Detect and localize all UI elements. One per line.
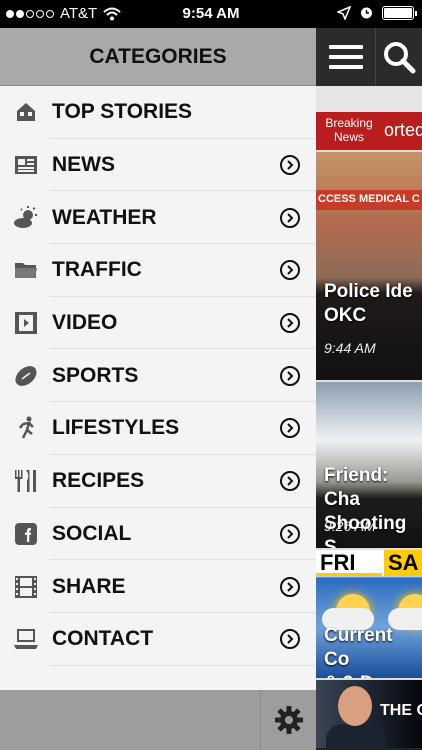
story-image-sign: CCESS MEDICAL C xyxy=(316,190,422,210)
breaking-badge-text: Breaking News xyxy=(325,116,373,144)
search-icon xyxy=(384,42,416,74)
chevron-right-circle-icon xyxy=(280,207,300,228)
menu-item-recipes[interactable]: RECIPES xyxy=(0,455,316,508)
menu-item-sports[interactable]: SPORTS xyxy=(0,349,316,402)
house-icon xyxy=(0,100,52,124)
chevron-right-circle-icon xyxy=(280,155,300,176)
facebook-icon xyxy=(0,522,52,546)
forecast-day: SA xyxy=(384,550,422,576)
anchor-image xyxy=(326,724,386,748)
categories-menu: TOP STORIES NEWS WEATHER TRAFFIC VIDEO S… xyxy=(0,86,316,666)
menu-item-label: SPORTS xyxy=(52,363,139,387)
sun-cloud-icon xyxy=(0,205,52,230)
menu-item-label: TRAFFIC xyxy=(52,258,142,282)
utensils-icon xyxy=(0,469,52,493)
story-title: Friend: Cha Shooting S xyxy=(324,465,407,548)
story-card[interactable]: THE OI xyxy=(316,678,422,748)
gear-icon xyxy=(274,706,303,734)
film-icon xyxy=(0,575,52,599)
main-content: Breaking News orted CCESS MEDICAL C Poli… xyxy=(316,28,422,750)
computer-icon xyxy=(0,627,52,651)
football-icon xyxy=(0,364,52,388)
story-card[interactable]: CCESS MEDICAL C Police Ide OKC 9:44 AM xyxy=(316,150,422,380)
menu-item-label: NEWS xyxy=(52,153,115,177)
chevron-right-circle-icon xyxy=(280,629,300,650)
menu-item-label: WEATHER xyxy=(52,205,157,229)
chevron-right-circle-icon xyxy=(280,313,300,334)
menu-item-news[interactable]: NEWS xyxy=(0,139,316,192)
story-title: THE OI xyxy=(380,702,422,719)
story-title: Current Co & 9-Day Fo xyxy=(324,625,395,678)
menu-item-label: VIDEO xyxy=(52,311,118,335)
video-icon xyxy=(0,311,52,335)
alarm-clock-icon xyxy=(361,7,372,19)
story-time: 9:26 AM xyxy=(324,518,376,534)
chevron-right-circle-icon xyxy=(280,471,300,492)
chevron-right-circle-icon xyxy=(280,418,300,439)
menu-button[interactable] xyxy=(316,28,376,86)
chevron-right-circle-icon xyxy=(280,365,300,386)
story-card[interactable]: Friend: Cha Shooting S 9:26 AM xyxy=(316,380,422,548)
menu-item-lifestyles[interactable]: LIFESTYLES xyxy=(0,402,316,455)
menu-item-share[interactable]: SHARE xyxy=(0,560,316,613)
menu-item-weather[interactable]: WEATHER xyxy=(0,191,316,244)
menu-item-video[interactable]: VIDEO xyxy=(0,297,316,350)
story-card[interactable]: FRI SA Current Co & 9-Day Fo xyxy=(316,548,422,678)
chevron-right-circle-icon xyxy=(280,523,300,544)
categories-drawer: CATEGORIES TOP STORIES NEWS WEATHER TRAF… xyxy=(0,28,316,750)
menu-item-label: RECIPES xyxy=(52,469,145,493)
drawer-footer xyxy=(0,690,316,750)
forecast-day: FRI xyxy=(316,550,382,576)
breaking-news-badge: Breaking News xyxy=(316,112,382,150)
breaking-news-ticker[interactable]: Breaking News orted xyxy=(316,112,422,150)
runner-icon xyxy=(0,416,52,440)
drawer-title: CATEGORIES xyxy=(0,28,316,86)
chevron-right-circle-icon xyxy=(280,260,300,281)
battery-icon xyxy=(382,5,417,20)
menu-item-social[interactable]: SOCIAL xyxy=(0,508,316,561)
status-bar: AT&T 9:54 AM xyxy=(0,0,422,28)
menu-item-label: SHARE xyxy=(52,574,126,598)
settings-button[interactable] xyxy=(260,690,316,750)
newspaper-icon xyxy=(0,154,52,176)
folder-icon xyxy=(0,260,52,280)
menu-item-top-stories[interactable]: TOP STORIES xyxy=(0,86,316,139)
menu-item-label: SOCIAL xyxy=(52,521,132,545)
hamburger-icon xyxy=(328,45,363,69)
breaking-news-text: orted xyxy=(382,112,422,150)
story-title: Police Ide OKC xyxy=(324,281,413,326)
menu-item-label: TOP STORIES xyxy=(52,100,193,124)
location-arrow-icon xyxy=(337,5,351,20)
chevron-right-circle-icon xyxy=(280,576,300,597)
menu-item-contact[interactable]: CONTACT xyxy=(0,613,316,666)
status-right xyxy=(337,5,417,20)
anchor-face xyxy=(338,686,372,726)
story-time: 9:44 AM xyxy=(324,340,376,356)
menu-item-traffic[interactable]: TRAFFIC xyxy=(0,244,316,297)
subnav-strip xyxy=(316,86,422,112)
app-toolbar xyxy=(316,28,422,86)
menu-item-label: LIFESTYLES xyxy=(52,416,180,440)
search-button[interactable] xyxy=(376,28,422,86)
menu-item-label: CONTACT xyxy=(52,627,154,651)
